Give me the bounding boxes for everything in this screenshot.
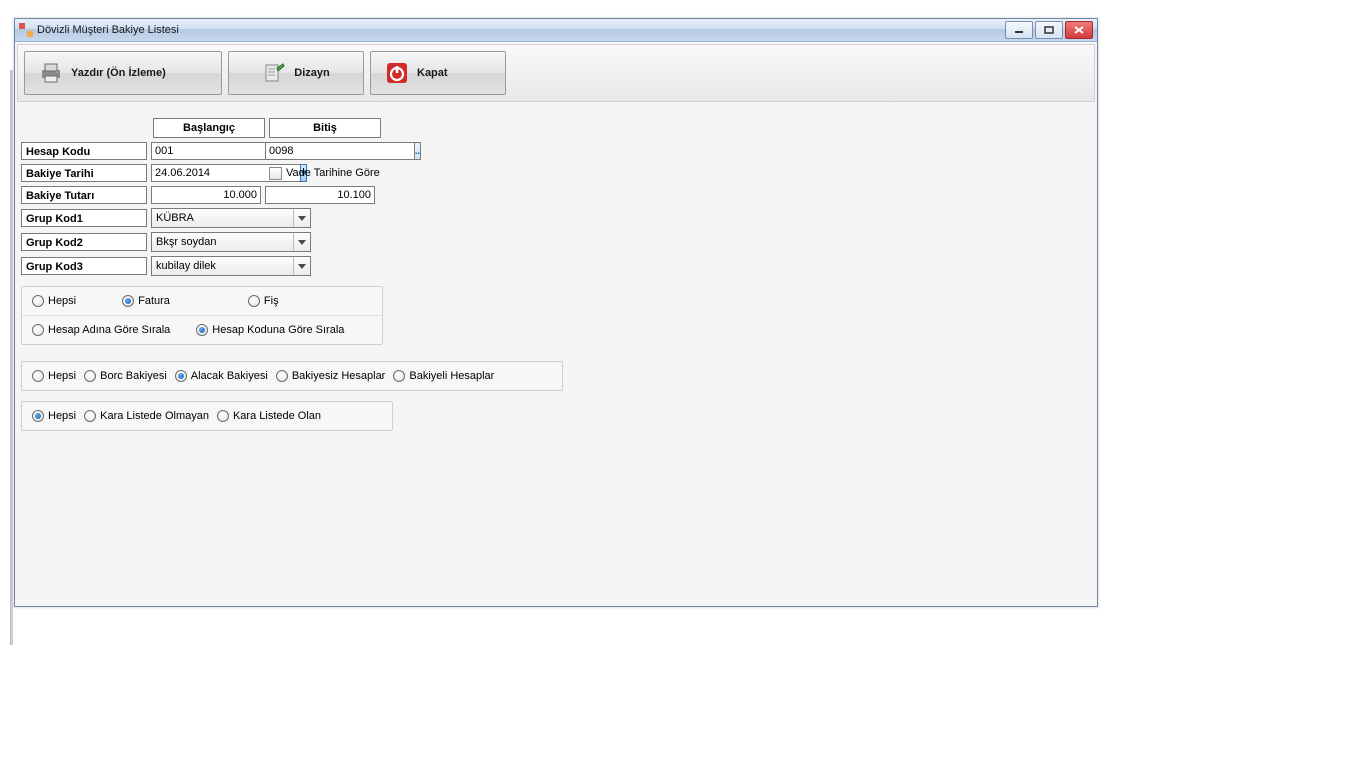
radio-bakiye-bakiyeli[interactable]: Bakiyeli Hesaplar [393, 370, 494, 382]
printer-icon [39, 61, 63, 85]
hesap-kodu-end-lookup[interactable]: .. [414, 142, 421, 160]
label-grup-kod3: Grup Kod3 [21, 257, 147, 275]
label-bakiye-tarihi: Bakiye Tarihi [21, 164, 147, 182]
radio-panel-kara-liste: Hepsi Kara Listede Olmayan Kara Listede … [21, 401, 393, 431]
client-area: Yazdır (Ön İzleme) Dizayn [15, 42, 1097, 606]
radio-panel-type-sort: Hepsi Fatura Fiş Hesap Adına Gör [21, 286, 383, 345]
radio-type-fatura[interactable]: Fatura [122, 295, 170, 307]
radio-type-fis[interactable]: Fiş [248, 295, 279, 307]
app-icon [19, 23, 33, 37]
design-button[interactable]: Dizayn [228, 51, 364, 95]
window-title: Dövizli Müşteri Bakiye Listesi [37, 24, 179, 36]
label-hesap-kodu: Hesap Kodu [21, 142, 147, 160]
radio-kara-olan[interactable]: Kara Listede Olan [217, 410, 321, 422]
maximize-button[interactable] [1035, 21, 1063, 39]
outer-splitter [10, 70, 13, 645]
power-icon [385, 61, 409, 85]
label-bakiye-tutari: Bakiye Tutarı [21, 186, 147, 204]
radio-bakiye-bakiyesiz[interactable]: Bakiyesiz Hesaplar [276, 370, 386, 382]
radio-kara-olmayan[interactable]: Kara Listede Olmayan [84, 410, 209, 422]
design-label: Dizayn [294, 67, 329, 79]
radio-sort-kod[interactable]: Hesap Koduna Göre Sırala [196, 324, 344, 336]
titlebar[interactable]: Dövizli Müşteri Bakiye Listesi [15, 19, 1097, 42]
label-grup-kod2: Grup Kod2 [21, 233, 147, 251]
vade-tarihine-gore-checkbox[interactable] [269, 167, 282, 180]
chevron-down-icon [293, 209, 310, 227]
radio-bakiye-hepsi[interactable]: Hepsi [32, 370, 76, 382]
label-grup-kod1: Grup Kod1 [21, 209, 147, 227]
radio-bakiye-alacak[interactable]: Alacak Bakiyesi [175, 370, 268, 382]
radio-kara-hepsi[interactable]: Hepsi [32, 410, 76, 422]
print-label: Yazdır (Ön İzleme) [71, 67, 166, 79]
hesap-kodu-end-input[interactable] [265, 142, 414, 160]
design-icon [262, 61, 286, 85]
grup-kod3-value: kubilay dilek [156, 260, 216, 272]
grup-kod2-value: Bkşr soydan [156, 236, 217, 248]
bakiye-tutari-end-input[interactable] [265, 186, 375, 204]
vade-tarihine-gore-label: Vade Tarihine Göre [286, 167, 380, 179]
window-controls [1005, 21, 1093, 39]
toolbar: Yazdır (Ön İzleme) Dizayn [17, 44, 1095, 102]
grup-kod3-combo[interactable]: kubilay dilek [151, 256, 311, 276]
radio-bakiye-borc[interactable]: Borc Bakiyesi [84, 370, 167, 382]
radio-panel-bakiye: Hepsi Borc Bakiyesi Alacak Bakiyesi Baki… [21, 361, 563, 391]
grup-kod2-combo[interactable]: Bkşr soydan [151, 232, 311, 252]
dialog-window: Dövizli Müşteri Bakiye Listesi [14, 18, 1098, 607]
bakiye-tutari-start-input[interactable] [151, 186, 261, 204]
close-window-button[interactable] [1065, 21, 1093, 39]
column-header-start: Başlangıç [153, 118, 265, 138]
grup-kod1-value: KÜBRA [156, 212, 194, 224]
close-label: Kapat [417, 67, 448, 79]
close-button[interactable]: Kapat [370, 51, 506, 95]
chevron-down-icon [293, 233, 310, 251]
grup-kod1-combo[interactable]: KÜBRA [151, 208, 311, 228]
form-area: Başlangıç Bitiş Hesap Kodu .. .. Bakiy [17, 118, 1095, 431]
radio-sort-ad[interactable]: Hesap Adına Göre Sırala [32, 324, 170, 336]
chevron-down-icon [293, 257, 310, 275]
minimize-button[interactable] [1005, 21, 1033, 39]
column-header-end: Bitiş [269, 118, 381, 138]
print-preview-button[interactable]: Yazdır (Ön İzleme) [24, 51, 222, 95]
radio-type-hepsi[interactable]: Hepsi [32, 295, 76, 307]
